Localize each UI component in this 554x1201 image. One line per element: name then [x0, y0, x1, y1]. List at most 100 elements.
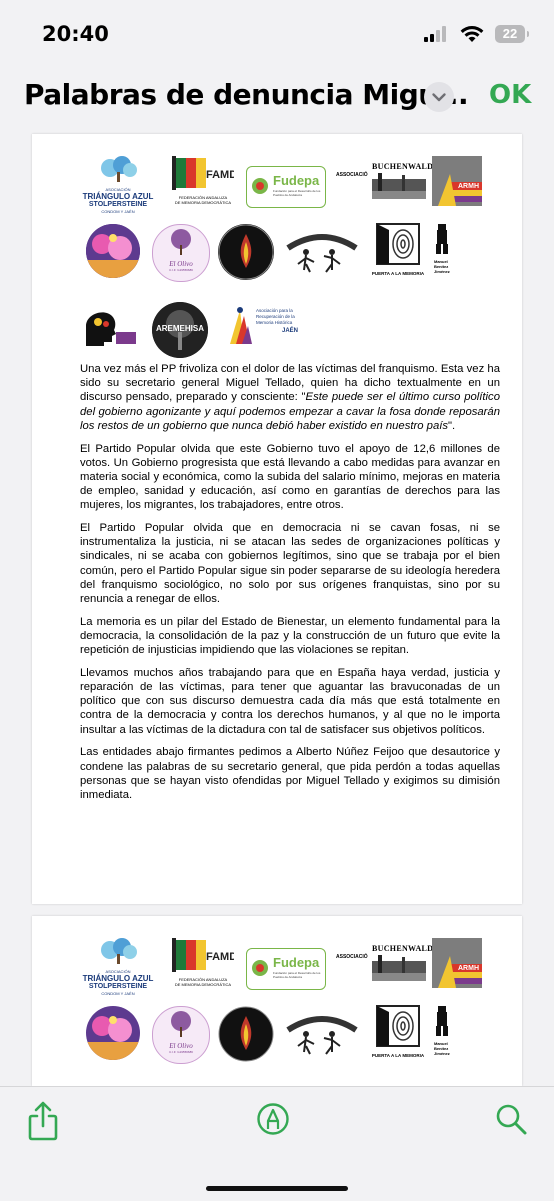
armh-jaen-flag-icon [230, 307, 252, 344]
logo-text: AREMEHISA [155, 324, 204, 333]
armh-flag-icon: ARMH [432, 156, 482, 206]
logo-memoria-circle [86, 224, 140, 278]
buchenwald-camp-icon [372, 955, 426, 981]
logo-text: C.I.F: G19556686 [169, 268, 193, 272]
logo-famd: FAMD FEDERACIÓN ANDALUZA DE MEMORIA DEMO… [172, 938, 237, 996]
logo-puerta-memoria: PUERTA A LA MEMORIA [366, 222, 430, 282]
famd-flag-icon: FAMD [172, 938, 237, 972]
olive-tree-icon [171, 229, 191, 255]
buchenwald-camp-icon [372, 173, 426, 199]
logo-text: BUCHENWALD [372, 162, 434, 171]
paragraph-5: Llevamos muchos años trabajando para que… [80, 666, 500, 736]
logo-head-profile [80, 306, 138, 350]
logo-text: El Olivo [169, 260, 193, 268]
search-icon[interactable] [494, 1102, 528, 1136]
logo-text: Memoria Histórica [256, 320, 293, 325]
logo-text: TRIÁNGULO AZUL [82, 974, 154, 983]
chevron-down-icon [432, 93, 446, 102]
torch-flame-icon [218, 1006, 274, 1062]
paragraph-2: El Partido Popular olvida que este Gobie… [80, 442, 500, 512]
fudepa-sun-icon [252, 178, 268, 194]
logo-memoria-figures [286, 226, 358, 274]
logo-text: BUCHENWALD [372, 944, 434, 953]
logo-memoria-circle [86, 1006, 140, 1060]
paragraph-4: La memoria es un pilar del Estado de Bie… [80, 615, 500, 657]
tree-icon [101, 156, 137, 182]
logo-manuel-benitez: Manuel Benítez Jiménez [434, 224, 474, 284]
torch-flame-icon [218, 224, 274, 280]
logo-memoria-figures [286, 1008, 358, 1056]
wifi-icon [460, 26, 484, 42]
memorial-landscape-icon [86, 1006, 140, 1060]
fingerprint-door-icon [376, 1005, 420, 1047]
share-icon[interactable] [26, 1100, 60, 1142]
logo-text: FAMD [206, 169, 234, 181]
logo-manuel-benitez: Manuel Benítez Jiménez [434, 1006, 474, 1066]
logo-fudepa: Fudepa Fundación para el Desarrollo de l… [246, 166, 326, 208]
battery-icon: 22 [495, 25, 525, 43]
logo-text: STOLPERSTEINE [88, 201, 148, 208]
logo-armh: ARMH [432, 938, 482, 988]
logo-el-olivo: El Olivo C.I.F: G19556686 [152, 224, 210, 282]
markup-icon[interactable] [256, 1102, 290, 1136]
logo-aremehisa: AREMEHISA [152, 302, 208, 358]
battery-tip [527, 31, 529, 37]
title-menu-button[interactable] [424, 82, 454, 112]
logo-text: Fundación para el Desarrollo de los Pueb… [273, 189, 321, 197]
logo-torch-circle [218, 224, 274, 280]
document-page-1: ASOCIACIÓN TRIÁNGULO AZUL STOLPERSTEINE … [32, 134, 522, 904]
logo-text: ARMH [458, 965, 479, 972]
dancing-figures-icon [286, 1016, 358, 1055]
paragraph-text: ". [448, 419, 456, 432]
status-time: 20:40 [42, 22, 109, 46]
logo-text: PUERTA A LA MEMORIA [371, 1053, 425, 1058]
document-title[interactable]: Palabras de denuncia Migu... [24, 78, 469, 111]
logo-text: DE MEMORIA DEMOCRÁTICA [174, 982, 232, 987]
olive-tree-icon [171, 1011, 191, 1037]
logo-triangulo-azul: ASOCIACIÓN TRIÁNGULO AZUL STOLPERSTEINE … [80, 938, 156, 996]
memorial-landscape-icon [86, 224, 140, 278]
cellular-signal-icon [424, 26, 446, 42]
home-indicator [206, 1186, 348, 1191]
logo-famd: FAMD FEDERACIÓN ANDALUZA DE MEMORIA DEMO… [172, 156, 237, 214]
logo-armh: ARMH [432, 156, 482, 206]
logo-text: C.I.F: G19556686 [169, 1050, 193, 1054]
logo-armh-jaen: Asociación para la Recuperación de la Me… [226, 306, 326, 350]
dancing-figures-icon [286, 234, 358, 273]
logo-text: JAÉN [282, 328, 299, 334]
fingerprint-door-icon [376, 223, 420, 265]
paragraph-6: Las entidades abajo firmantes pedimos a … [80, 746, 500, 801]
logo-text: Manuel Benítez Jiménez [434, 1041, 450, 1056]
logo-text: TRIÁNGULO AZUL [82, 192, 154, 201]
logo-text: FAMD [206, 951, 234, 963]
logo-associacio: ASSOCIACIÓ [336, 954, 368, 960]
logo-triangulo-azul: ASOCIACIÓN TRIÁNGULO AZUL STOLPERSTEINE … [80, 156, 156, 214]
logo-text: DE MEMORIA DEMOCRÁTICA [174, 200, 232, 205]
paragraph-3: El Partido Popular olvida que en democra… [80, 522, 500, 606]
figure-silhouette-icon [436, 224, 448, 254]
logo-text: El Olivo [169, 1042, 193, 1050]
logo-text: Fudepa [273, 955, 320, 970]
armh-flag-icon: ARMH [432, 938, 482, 988]
ok-button[interactable]: OK [489, 80, 531, 110]
logo-text: STOLPERSTEINE [88, 983, 148, 990]
logo-associacio: ASSOCIACIÓ [336, 172, 368, 178]
famd-flag-icon: FAMD [172, 156, 237, 190]
logo-text: CONDOM Y JAÉN [101, 991, 135, 996]
logo-text: Fudepa [273, 173, 320, 188]
head-profile-icon [86, 312, 136, 346]
status-bar: 20:40 22 [0, 0, 554, 62]
logo-text: PUERTA A LA MEMORIA [371, 271, 425, 276]
logo-el-olivo: El Olivo C.I.F: G19556686 [152, 1006, 210, 1064]
logo-puerta-memoria: PUERTA A LA MEMORIA [366, 1004, 430, 1064]
tree-icon [101, 938, 137, 964]
logo-torch-circle [218, 1006, 274, 1062]
letter-body: Una vez más el PP frivoliza con el dolor… [80, 362, 500, 811]
logo-buchenwald: BUCHENWALD [372, 944, 434, 988]
fudepa-sun-icon [252, 960, 268, 976]
paragraph-1: Una vez más el PP frivoliza con el dolor… [80, 362, 500, 433]
logo-text: Fundación para el Desarrollo de los Pueb… [273, 971, 321, 979]
logo-text: Manuel Benítez Jiménez [434, 259, 450, 274]
document-page-2: ASOCIACIÓN TRIÁNGULO AZUL STOLPERSTEINE … [32, 916, 522, 1086]
figure-silhouette-icon [436, 1006, 448, 1036]
